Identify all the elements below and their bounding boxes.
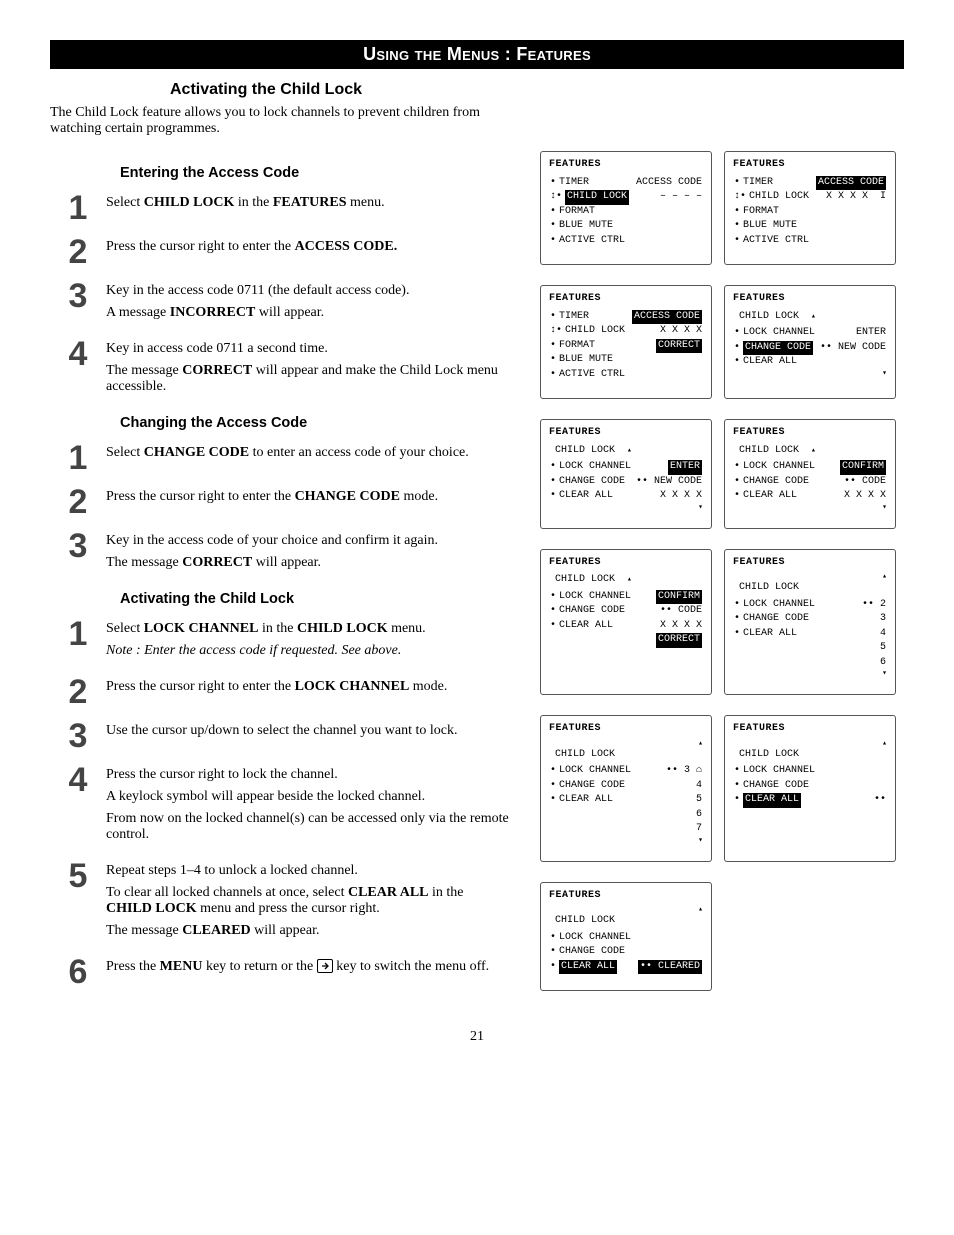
step-body: Use the cursor up/down to select the cha… [106,719,510,745]
osd-panel: FEATURES •TIMERACCESS CODE ↕•CHILD LOCKX… [724,151,896,265]
exit-icon [317,959,333,973]
step-body: Select LOCK CHANNEL in the CHILD LOCK me… [106,617,510,665]
step-paragraph: A message INCORRECT will appear. [106,305,510,321]
step-number: 4 [50,337,106,371]
step-body: Press the cursor right to enter the LOCK… [106,675,510,701]
step-number: 4 [50,763,106,797]
step-body: Press the cursor right to lock the chann… [106,763,510,849]
step: 2Press the cursor right to enter the LOC… [50,675,510,709]
section-heading-change: Changing the Access Code [120,415,510,431]
step: 4Key in access code 0711 a second time. T… [50,337,510,401]
step-number: 1 [50,617,106,651]
step-number: 2 [50,235,106,269]
step: 2Press the cursor right to enter the CHA… [50,485,510,519]
section-steps-activate: 1Select LOCK CHANNEL in the CHILD LOCK m… [50,617,510,989]
intro-paragraph: The Child Lock feature allows you to loc… [50,105,510,137]
step-number: 6 [50,955,106,989]
text-column: Entering the Access Code 1Select CHILD L… [50,151,510,1011]
step: 3Key in the access code 0711 (the defaul… [50,279,510,327]
osd-panel: FEATURES CHILD LOCK ▴ •LOCK CHANNELCONFI… [724,419,896,529]
step-paragraph: Press the cursor right to enter the CHAN… [106,489,510,505]
step-paragraph: To clear all locked channels at once, se… [106,885,510,917]
step: 5Repeat steps 1–4 to unlock a locked cha… [50,859,510,945]
step-number: 3 [50,279,106,313]
osd-panel: FEATURES •TIMERACCESS CODE ↕•CHILD LOCKX… [540,285,712,399]
step: 1Select CHILD LOCK in the FEATURES menu. [50,191,510,225]
lock-icon: ⌂ [696,765,702,776]
step-body: Key in the access code of your choice an… [106,529,510,577]
step-body: Select CHANGE CODE to enter an access co… [106,441,510,467]
step-number: 2 [50,485,106,519]
osd-panel: FEATURES ▴ CHILD LOCK •LOCK CHANNEL •CHA… [540,882,712,992]
osd-panel: FEATURES CHILD LOCK ▴ •LOCK CHANNELENTER… [540,419,712,529]
step-number: 5 [50,859,106,893]
step-paragraph: Key in the access code of your choice an… [106,533,510,549]
section-heading-activate: Activating the Child Lock [120,591,510,607]
main-heading: Activating the Child Lock [170,81,904,99]
page-number: 21 [50,1029,904,1045]
step-number: 3 [50,529,106,563]
step-paragraph: From now on the locked channel(s) can be… [106,811,510,843]
step: 2Press the cursor right to enter the ACC… [50,235,510,269]
step-paragraph: Use the cursor up/down to select the cha… [106,723,510,739]
step-body: Key in the access code 0711 (the default… [106,279,510,327]
step-paragraph: A keylock symbol will appear beside the … [106,789,510,805]
step-paragraph: Select CHANGE CODE to enter an access co… [106,445,510,461]
step-paragraph: Press the cursor right to enter the ACCE… [106,239,510,255]
step-body: Repeat steps 1–4 to unlock a locked chan… [106,859,510,945]
step-paragraph: The message CLEARED will appear. [106,923,510,939]
step: 6Press the MENU key to return or the key… [50,955,510,989]
step-body: Press the cursor right to enter the CHAN… [106,485,510,511]
step-paragraph: The message CORRECT will appear. [106,555,510,571]
section-steps-change: 1Select CHANGE CODE to enter an access c… [50,441,510,577]
step: 1Select CHANGE CODE to enter an access c… [50,441,510,475]
step-body: Key in access code 0711 a second time. Th… [106,337,510,401]
osd-panel: FEATURES ▴ CHILD LOCK •LOCK CHANNEL•• 3 … [540,715,712,862]
step-paragraph: Select LOCK CHANNEL in the CHILD LOCK me… [106,621,510,637]
osd-panel: FEATURES CHILD LOCK ▴ •LOCK CHANNELCONFI… [540,549,712,696]
step-paragraph: Key in access code 0711 a second time. [106,341,510,357]
step-paragraph: Press the cursor right to enter the LOCK… [106,679,510,695]
step-paragraph: The message CORRECT will appear and make… [106,363,510,395]
step: 4Press the cursor right to lock the chan… [50,763,510,849]
osd-panel: FEATURES ▴ CHILD LOCK •LOCK CHANNEL•• 2 … [724,549,896,696]
step-paragraph: Select CHILD LOCK in the FEATURES menu. [106,195,510,211]
step-paragraph: Repeat steps 1–4 to unlock a locked chan… [106,863,510,879]
osd-panel: FEATURES CHILD LOCK ▴ •LOCK CHANNELENTER… [724,285,896,399]
step-number: 2 [50,675,106,709]
step-body: Press the cursor right to enter the ACCE… [106,235,510,261]
osd-panel: FEATURES ▴ CHILD LOCK •LOCK CHANNEL •CHA… [724,715,896,862]
step-number: 3 [50,719,106,753]
step-paragraph: Press the MENU key to return or the key … [106,959,510,975]
step-body: Press the MENU key to return or the key … [106,955,510,981]
step-paragraph: Press the cursor right to lock the chann… [106,767,510,783]
osd-column: FEATURES •TIMERACCESS CODE ↕•CHILD LOCK–… [540,151,920,1011]
osd-panel: FEATURES •TIMERACCESS CODE ↕•CHILD LOCK–… [540,151,712,265]
step-body: Select CHILD LOCK in the FEATURES menu. [106,191,510,217]
step: 3Use the cursor up/down to select the ch… [50,719,510,753]
step: 3Key in the access code of your choice a… [50,529,510,577]
page-banner: Using the Menus : Features [50,40,904,69]
step-number: 1 [50,441,106,475]
step: 1Select LOCK CHANNEL in the CHILD LOCK m… [50,617,510,665]
step-paragraph: Key in the access code 0711 (the default… [106,283,510,299]
step-number: 1 [50,191,106,225]
step-paragraph: Note : Enter the access code if requeste… [106,643,510,659]
section-steps-enter: 1Select CHILD LOCK in the FEATURES menu.… [50,191,510,401]
section-heading-enter: Entering the Access Code [120,165,510,181]
